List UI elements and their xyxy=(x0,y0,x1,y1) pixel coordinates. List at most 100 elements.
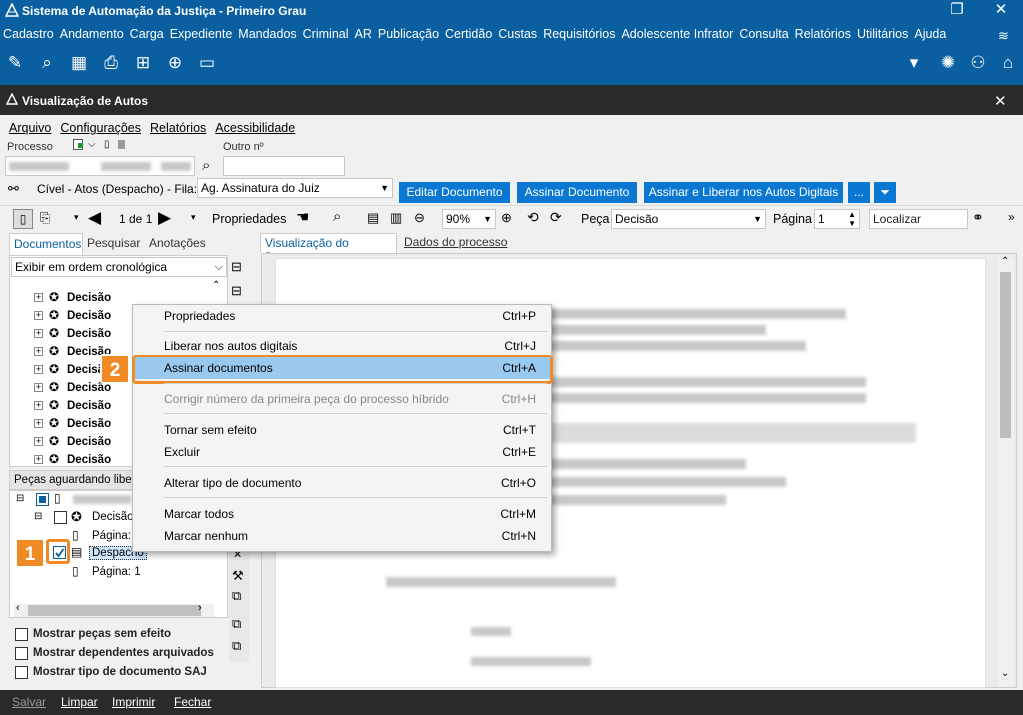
expand-icon[interactable]: + xyxy=(34,437,43,447)
menu-propriedades[interactable]: Propriedades Ctrl+P xyxy=(164,305,540,327)
tree-item[interactable]: + ✪ Decisão xyxy=(34,414,111,432)
overflow-icon[interactable]: » xyxy=(1008,210,1015,224)
scroll-left-icon[interactable]: ‹ xyxy=(16,602,20,614)
peca-select[interactable]: Decisão ▼ xyxy=(611,209,766,229)
processo-input[interactable] xyxy=(5,156,195,176)
doc-green-icon[interactable] xyxy=(73,139,83,150)
close-app-button[interactable]: ✕ xyxy=(979,0,1023,22)
menu-acessibilidade[interactable]: Acessibilidade xyxy=(215,117,295,139)
menu-consulta[interactable]: Consulta xyxy=(736,24,791,44)
expand-icon[interactable]: + xyxy=(34,455,43,465)
menu-carga[interactable]: Carga xyxy=(127,24,167,44)
h-scroll-thumb[interactable] xyxy=(28,605,201,616)
tree-collapse-icon[interactable]: ⊟ xyxy=(231,283,242,299)
localizar-input[interactable]: Localizar xyxy=(869,209,968,229)
tree-item[interactable]: + ✪ Decisão xyxy=(34,432,111,450)
zoom-icon[interactable]: ⌕ xyxy=(333,208,341,225)
add-document-icon[interactable]: ⊕ xyxy=(164,51,186,75)
pending-pagina[interactable]: Página: xyxy=(92,530,131,542)
menu-relatorios-viewer[interactable]: Relatórios xyxy=(150,117,206,139)
dependentes-checkbox[interactable] xyxy=(15,647,28,660)
menu-criminal[interactable]: Criminal xyxy=(300,24,352,44)
tab-documentos[interactable]: Documentos xyxy=(9,233,83,255)
v-scrollbar[interactable]: ⌃ ⌄ xyxy=(998,256,1014,686)
tab-pesquisar[interactable]: Pesquisar xyxy=(87,236,140,250)
binoculars-icon[interactable]: ⚭ xyxy=(972,209,984,226)
filter-dropdown-button[interactable]: ⏷ xyxy=(874,182,896,203)
pending-decisao[interactable]: Decisão xyxy=(92,511,134,523)
bookmark-icon[interactable]: ▯ xyxy=(104,139,110,150)
fechar-button[interactable]: Fechar xyxy=(174,695,211,709)
tree-item[interactable]: + ✪ Decisão xyxy=(34,324,111,342)
copy-icon[interactable]: ⧉ xyxy=(232,588,241,604)
dropdown-icon[interactable]: ▾ xyxy=(903,51,925,75)
expand-icon[interactable]: + xyxy=(34,347,43,357)
menu-relatorios[interactable]: Relatórios xyxy=(792,24,854,44)
users-icon[interactable]: ⚇ xyxy=(967,51,989,75)
more-button[interactable]: ... xyxy=(848,182,870,203)
menu-tornar-sem-efeito[interactable]: Tornar sem efeito Ctrl+T xyxy=(164,419,540,441)
tree-item[interactable]: + ✪ Decisão xyxy=(34,450,111,468)
first-page-icon[interactable]: ▾ xyxy=(74,212,79,223)
collapse-decisao-icon[interactable]: ⊟ xyxy=(34,511,42,522)
tree-expand-icon[interactable]: ⊟ xyxy=(231,259,242,275)
pagina-stepper[interactable]: 1 ▲ ▼ xyxy=(814,209,860,229)
menu-custas[interactable]: Custas xyxy=(495,24,540,44)
v-scroll-down-icon[interactable]: ⌄ xyxy=(1001,668,1009,679)
folder-icon[interactable]: ▭ xyxy=(196,51,218,75)
fila-select[interactable]: Ag. Assinatura do Juiz ▼ xyxy=(197,178,393,198)
tree-item[interactable]: + ✪ Decisão xyxy=(34,306,111,324)
outro-input[interactable] xyxy=(223,156,345,176)
rotate-left-icon[interactable]: ⟲ xyxy=(527,209,539,226)
v-scroll-thumb[interactable] xyxy=(1000,272,1011,438)
scroll-right-icon[interactable]: › xyxy=(198,602,202,614)
menu-configuracoes[interactable]: Configurações xyxy=(60,117,141,139)
search-icon[interactable]: ⌕ xyxy=(36,51,58,75)
tree-item[interactable]: + ✪ Decisão xyxy=(34,288,111,306)
expand-icon[interactable]: + xyxy=(34,293,43,303)
close-viewer-button[interactable]: ✕ xyxy=(994,92,1007,110)
zoom-in-icon[interactable]: ⊕ xyxy=(501,210,512,226)
limpar-button[interactable]: Limpar xyxy=(61,695,98,709)
v-scroll-up-icon[interactable]: ⌃ xyxy=(1001,256,1009,267)
menu-andamento[interactable]: Andamento xyxy=(57,24,127,44)
chevron-down-icon[interactable]: ⌵ xyxy=(88,139,96,150)
tipo-saj-checkbox[interactable] xyxy=(15,666,28,679)
expand-icon[interactable]: + xyxy=(34,401,43,411)
tree-item[interactable]: + ✪ Decisão xyxy=(34,396,111,414)
menu-marcar-nenhum[interactable]: Marcar nenhum Ctrl+N xyxy=(164,525,540,547)
expand-icon[interactable]: + xyxy=(34,365,43,375)
search-processo-icon[interactable]: ⌕ xyxy=(202,157,210,174)
next-page-icon[interactable]: ▶ xyxy=(158,208,171,228)
tab-dados[interactable]: Dados do processo xyxy=(404,235,507,249)
menu-ajuda[interactable]: Ajuda xyxy=(911,24,949,44)
expand-icon[interactable]: + xyxy=(34,311,43,321)
copy-check-icon[interactable]: ⧉ xyxy=(232,616,241,632)
scroll-up-icon[interactable]: ⌃ xyxy=(212,280,220,291)
menu-assinar[interactable]: Assinar documentos Ctrl+A xyxy=(135,357,550,379)
editar-documento-button[interactable]: Editar Documento xyxy=(399,182,510,203)
expand-icon[interactable]: + xyxy=(34,383,43,393)
menu-ar[interactable]: AR xyxy=(352,24,375,44)
tab-anotacoes[interactable]: Anotações xyxy=(149,236,206,250)
zoom-out-icon[interactable]: ⊖ xyxy=(414,210,425,226)
menu-liberar[interactable]: Liberar nos autos digitais Ctrl+J xyxy=(164,335,540,357)
select-doc-icon[interactable]: ▯ xyxy=(13,209,33,229)
expand-icon[interactable]: + xyxy=(34,419,43,429)
pending-pagina-1[interactable]: Página: 1 xyxy=(92,566,141,578)
menu-adolescente[interactable]: Adolescente Infrator xyxy=(618,24,736,44)
menu-excluir[interactable]: Excluir Ctrl+E xyxy=(164,441,540,463)
copy-check-2-icon[interactable]: ⧉ xyxy=(232,638,241,654)
home-icon[interactable]: ⌂ xyxy=(997,51,1019,75)
restore-button[interactable]: ❐ xyxy=(935,0,979,22)
propriedades-button[interactable]: Propriedades xyxy=(212,212,286,226)
menu-mandados[interactable]: Mandados xyxy=(235,24,299,44)
pending-root-checkbox[interactable] xyxy=(36,493,49,506)
menu-alterar-tipo[interactable]: Alterar tipo de documento Ctrl+O xyxy=(164,472,540,494)
last-page-icon[interactable]: ▾ xyxy=(191,212,196,223)
assinar-documento-button[interactable]: Assinar Documento xyxy=(517,182,637,203)
zoom-select[interactable]: 90% ▼ xyxy=(442,209,496,229)
printer-icon[interactable]: ⎙ xyxy=(100,51,122,75)
collapse-pending-icon[interactable]: ⊟ xyxy=(16,493,24,504)
order-select[interactable]: Exibir em ordem cronológica ⌵ xyxy=(11,257,227,277)
